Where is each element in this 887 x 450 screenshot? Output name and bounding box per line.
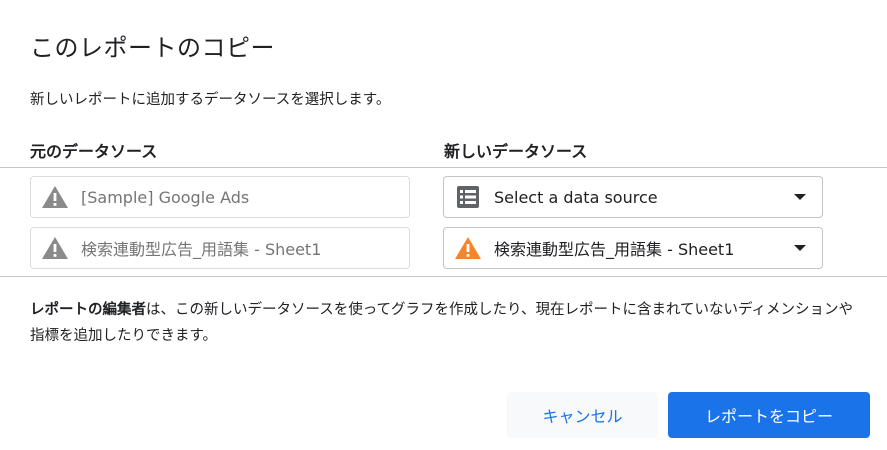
warning-icon — [454, 235, 482, 261]
dialog-title: このレポートのコピー — [30, 34, 275, 62]
editor-note: レポートの編集者は、この新しいデータソースを使ってグラフを作成したり、現在レポー… — [30, 297, 860, 349]
cancel-button[interactable]: キャンセル — [507, 392, 658, 438]
editor-note-text: は、この新しいデータソースを使ってグラフを作成したり、現在レポートに含まれていな… — [30, 302, 854, 344]
new-source-select-1[interactable]: Select a data source — [443, 176, 823, 218]
divider-top — [0, 167, 887, 168]
editor-note-bold: レポートの編集者 — [30, 302, 146, 318]
chevron-down-icon[interactable] — [794, 194, 806, 200]
new-source-header: 新しいデータソース — [444, 142, 588, 161]
dialog-subtitle: 新しいレポートに追加するデータソースを選択します。 — [30, 92, 391, 108]
original-source-field-1: [Sample] Google Ads — [30, 176, 410, 218]
warning-icon — [41, 184, 69, 210]
copy-report-dialog: このレポートのコピー 新しいレポートに追加するデータソースを選択します。 元のデ… — [0, 0, 887, 450]
original-source-field-2: 検索連動型広告_用語集 - Sheet1 — [30, 227, 410, 269]
data-source-icon — [454, 184, 482, 210]
chevron-down-icon[interactable] — [794, 245, 806, 251]
new-source-name: Select a data source — [494, 187, 658, 207]
original-source-header: 元のデータソース — [30, 142, 158, 161]
divider-bottom — [0, 276, 887, 277]
new-source-name: 検索連動型広告_用語集 - Sheet1 — [494, 240, 735, 259]
original-source-name: 検索連動型広告_用語集 - Sheet1 — [81, 240, 322, 259]
warning-icon — [41, 235, 69, 261]
new-source-select-2[interactable]: 検索連動型広告_用語集 - Sheet1 — [443, 227, 823, 269]
original-source-name: [Sample] Google Ads — [81, 187, 250, 207]
copy-report-button[interactable]: レポートをコピー — [668, 392, 870, 438]
